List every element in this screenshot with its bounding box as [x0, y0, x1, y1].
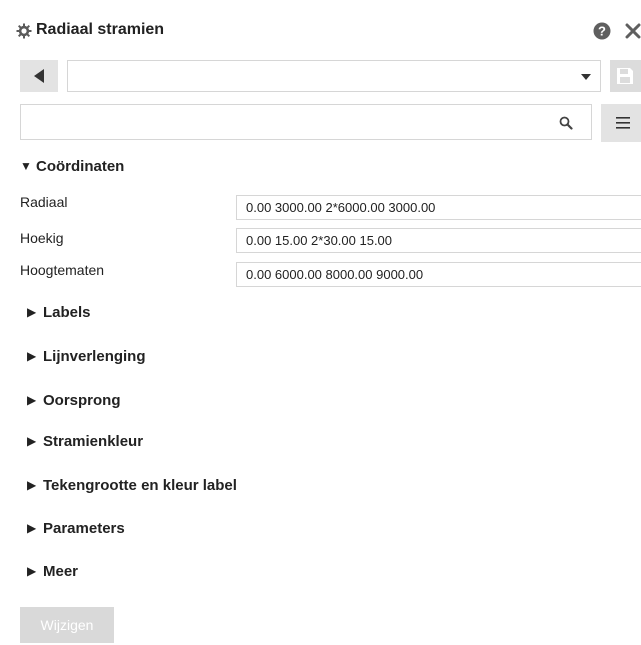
- title-bar: Radiaal stramien ?: [0, 12, 641, 52]
- search-field[interactable]: [20, 104, 592, 140]
- panel-title: Radiaal stramien: [36, 21, 165, 38]
- hamburger-menu-icon: [616, 117, 630, 129]
- preset-dropdown[interactable]: [67, 60, 601, 92]
- section-coordinates[interactable]: ▼ Coördinaten: [20, 158, 124, 188]
- collapsed-arrow-icon: ▶: [27, 521, 37, 535]
- section-more[interactable]: ▶ Meer: [27, 563, 78, 593]
- prop-label-heights: Hoogtematen: [20, 262, 105, 278]
- section-label: Lijnverlenging: [43, 348, 146, 365]
- collapsed-arrow-icon: ▶: [27, 434, 37, 448]
- options-menu-button[interactable]: [601, 104, 641, 142]
- prop-label-radial: Radiaal: [20, 194, 68, 210]
- expanded-arrow-icon: ▼: [20, 159, 32, 173]
- close-icon[interactable]: [624, 22, 641, 40]
- section-line-extension[interactable]: ▶ Lijnverlenging: [27, 348, 146, 378]
- collapsed-arrow-icon: ▶: [27, 478, 37, 492]
- section-parameters[interactable]: ▶ Parameters: [27, 520, 125, 550]
- collapsed-arrow-icon: ▶: [27, 564, 37, 578]
- save-icon: [617, 68, 633, 84]
- search-icon[interactable]: [559, 116, 573, 130]
- help-icon[interactable]: ?: [593, 22, 611, 40]
- section-label: Tekengrootte en kleur label: [43, 477, 237, 494]
- collapsed-arrow-icon: ▶: [27, 393, 37, 407]
- section-label: Stramienkleur: [43, 433, 144, 450]
- section-label: Coördinaten: [36, 158, 125, 175]
- radial-field[interactable]: [236, 195, 641, 220]
- section-label: Labels: [43, 304, 91, 321]
- back-button[interactable]: [20, 60, 58, 92]
- section-origin[interactable]: ▶ Oorsprong: [27, 392, 121, 422]
- svg-text:?: ?: [598, 24, 606, 39]
- heights-field[interactable]: [236, 262, 641, 287]
- section-label: Parameters: [43, 520, 125, 537]
- section-label: Oorsprong: [43, 392, 121, 409]
- search-input[interactable]: [27, 111, 551, 135]
- apply-button[interactable]: Wijzigen: [20, 607, 114, 643]
- save-button[interactable]: [610, 60, 641, 92]
- section-label-size-color[interactable]: ▶ Tekengrootte en kleur label: [27, 477, 237, 507]
- angular-field[interactable]: [236, 228, 641, 253]
- collapsed-arrow-icon: ▶: [27, 349, 37, 363]
- section-label: Meer: [43, 563, 79, 580]
- chevron-down-icon: [581, 74, 591, 80]
- properties-panel: Radiaal stramien ? ▼ Coördinaten Radiaal…: [0, 0, 641, 645]
- prop-label-angular: Hoekig: [20, 230, 64, 246]
- section-grid-color[interactable]: ▶ Stramienkleur: [27, 433, 143, 463]
- collapsed-arrow-icon: ▶: [27, 305, 37, 319]
- section-labels[interactable]: ▶ Labels: [27, 304, 91, 334]
- triangle-left-icon: [34, 69, 44, 83]
- gear-icon: [16, 23, 32, 39]
